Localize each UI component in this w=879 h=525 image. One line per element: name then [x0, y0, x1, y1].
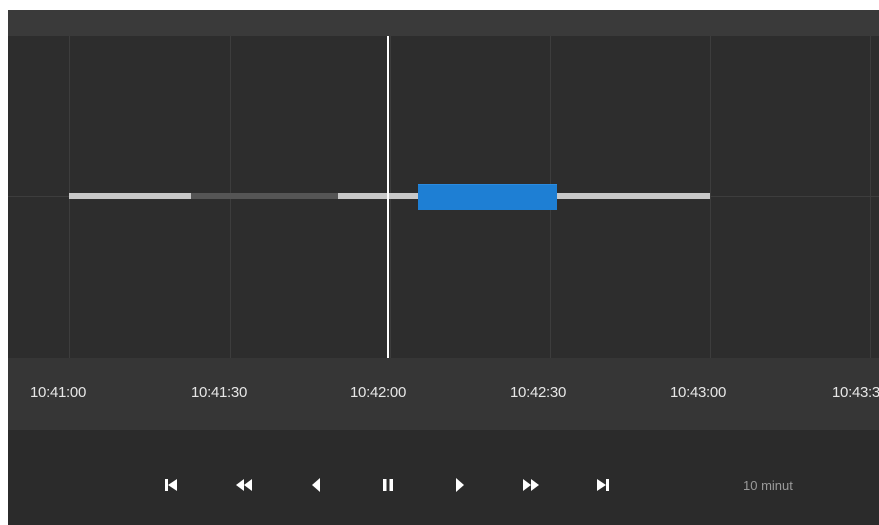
pause-button[interactable] — [373, 472, 403, 498]
fast-rewind-button[interactable] — [229, 472, 259, 498]
skip-start-icon — [165, 479, 177, 491]
tick-label: 10:41:00 — [30, 384, 86, 401]
fast-forward-button[interactable] — [516, 472, 546, 498]
gridline — [710, 36, 711, 358]
gap-segment[interactable] — [191, 193, 338, 199]
top-bar — [8, 10, 879, 36]
tick-label: 10:41:30 — [191, 384, 247, 401]
play-button[interactable] — [445, 472, 475, 498]
tick-label: 10:43:00 — [670, 384, 726, 401]
timeline-player: 10:41:00 10:41:30 10:42:00 10:42:30 10:4… — [8, 10, 879, 525]
step-back-icon — [312, 478, 320, 492]
tick-label: 10:43:30 — [832, 384, 879, 401]
step-back-button[interactable] — [301, 472, 331, 498]
zoom-level-label[interactable]: 10 minut — [743, 478, 793, 493]
playhead[interactable] — [387, 36, 389, 358]
tick-label: 10:42:30 — [510, 384, 566, 401]
pause-icon — [383, 479, 393, 491]
gridline — [870, 36, 871, 358]
fast-rewind-icon — [236, 479, 252, 491]
recorded-segment[interactable] — [69, 193, 191, 199]
playback-controls: 10 minut — [8, 430, 879, 525]
timeline-track-area[interactable] — [8, 36, 879, 358]
skip-to-start-button[interactable] — [156, 472, 186, 498]
play-icon — [456, 478, 464, 492]
selection-range[interactable] — [418, 184, 557, 210]
skip-to-end-button[interactable] — [588, 472, 618, 498]
skip-end-icon — [597, 479, 609, 491]
fast-forward-icon — [523, 479, 539, 491]
time-ruler[interactable]: 10:41:00 10:41:30 10:42:00 10:42:30 10:4… — [8, 358, 879, 430]
tick-label: 10:42:00 — [350, 384, 406, 401]
